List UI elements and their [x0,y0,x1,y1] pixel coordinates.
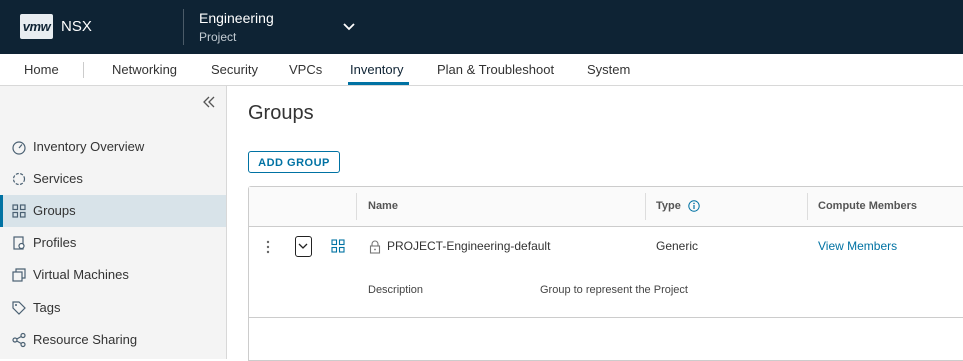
expand-row-button[interactable] [295,236,312,257]
nav-plan-troubleshoot[interactable]: Plan & Troubleshoot [437,54,554,85]
description-label: Description [368,284,424,296]
groups-table: Name Type Compute Members PROJECT-Engine… [248,186,963,361]
sidebar-item-services[interactable]: Services [0,163,226,195]
view-members-link[interactable]: View Members [818,239,897,253]
column-divider [807,193,808,220]
sidebar-item-tags[interactable]: Tags [0,292,226,324]
sidebar-item-label: Profiles [33,235,77,250]
nav-divider [83,62,84,78]
nav-home[interactable]: Home [24,54,59,85]
project-label: Project [199,30,237,44]
sidebar-item-label: Groups [33,203,76,218]
nav-networking[interactable]: Networking [112,54,177,85]
lock-icon [369,240,381,254]
top-header: vmw NSX Engineering Project [0,0,963,54]
nav-active-indicator [348,82,409,85]
nav-inventory[interactable]: Inventory [350,54,403,85]
page-title: Groups [248,102,314,124]
main-content: Groups ADD GROUP Name Type Compute Membe… [227,86,963,361]
sidebar-item-label: Tags [33,300,61,315]
group-icon [331,239,345,253]
sidebar-item-label: Services [33,171,83,186]
main-nav: Home Networking Security VPCs Inventory … [0,54,963,86]
sidebar-item-groups[interactable]: Groups [0,195,226,227]
app-name: NSX [61,18,92,35]
project-name: Engineering [199,10,274,26]
active-indicator [0,195,3,227]
share-icon [12,332,26,348]
column-header-compute-members[interactable]: Compute Members [818,187,917,226]
column-header-name[interactable]: Name [368,187,398,226]
chevron-down-icon [298,243,308,249]
groups-icon [12,204,26,218]
header-divider [183,9,184,45]
info-icon[interactable] [688,200,700,212]
column-divider [356,193,357,220]
table-header: Name Type Compute Members [249,187,963,227]
sidebar-item-inventory-overview[interactable]: Inventory Overview [0,131,226,163]
services-icon [12,172,26,186]
sidebar-item-label: Resource Sharing [33,332,138,347]
row-detail: Description Group to represent the Proje… [249,267,963,318]
nav-vpcs[interactable]: VPCs [289,54,322,85]
kebab-menu-icon[interactable] [264,239,272,255]
sidebar-item-label: Virtual Machines [33,267,129,282]
add-group-button[interactable]: ADD GROUP [248,151,340,173]
tag-icon [12,301,26,315]
sidebar-item-label: Inventory Overview [33,139,145,154]
sidebar-item-virtual-machines[interactable]: Virtual Machines [0,259,226,291]
column-header-type[interactable]: Type [656,187,681,226]
profiles-icon [13,236,25,250]
column-divider [645,193,646,220]
table-row: PROJECT-Engineering-default Generic View… [249,227,963,267]
group-name: PROJECT-Engineering-default [387,239,551,253]
collapse-sidebar-icon[interactable] [201,94,217,110]
group-type: Generic [656,239,699,253]
nav-system[interactable]: System [587,54,630,85]
dashboard-icon [12,141,26,155]
nav-security[interactable]: Security [211,54,258,85]
vm-icon [12,268,26,282]
chevron-down-icon[interactable] [342,19,356,33]
vmware-logo: vmw [20,14,53,39]
sidebar-item-resource-sharing[interactable]: Resource Sharing [0,324,226,356]
sidebar: Inventory Overview Services Groups Profi… [0,86,227,359]
sidebar-item-profiles[interactable]: Profiles [0,227,226,259]
description-value: Group to represent the Project [540,284,688,296]
